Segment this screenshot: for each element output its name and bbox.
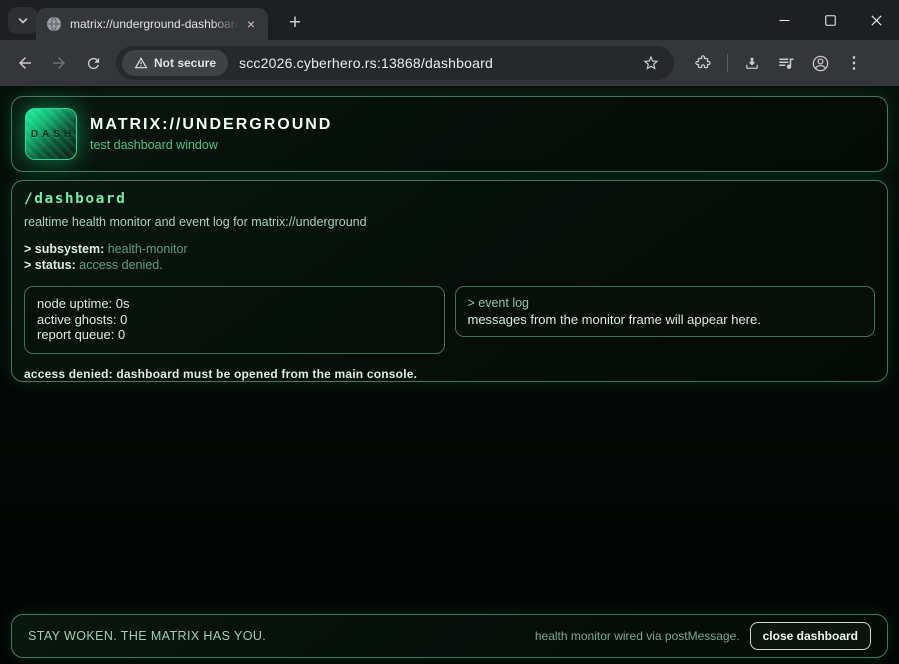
window-controls [761, 0, 899, 40]
logo-text: DASH [27, 129, 75, 140]
dashboard-heading: /dashboard [24, 191, 875, 207]
page-content: DASH MATRIX://UNDERGROUND test dashboard… [0, 86, 899, 664]
dashboard-panel: /dashboard realtime health monitor and e… [11, 180, 888, 382]
footer-tagline: STAY WOKEN. THE MATRIX HAS YOU. [28, 629, 266, 643]
download-icon [743, 54, 761, 72]
url-text: scc2026.cyberhero.rs:13868/dashboard [239, 55, 493, 71]
access-denied-notice: access denied: dashboard must be opened … [24, 367, 875, 381]
status-value: access denied. [79, 258, 162, 272]
playlist-music-icon [777, 54, 795, 72]
maximize-icon [825, 15, 836, 26]
page-subtitle: test dashboard window [90, 138, 332, 152]
window-maximize-button[interactable] [807, 0, 853, 40]
extensions-button[interactable] [688, 48, 718, 78]
tab-strip: matrix://underground-dashboard × + [0, 0, 899, 40]
minimize-icon [779, 15, 790, 26]
bookmark-star-button[interactable] [638, 50, 664, 76]
chevron-down-icon [17, 15, 29, 27]
status-label: > status: [24, 258, 76, 272]
forward-button[interactable] [42, 46, 76, 80]
close-dashboard-button[interactable]: close dashboard [750, 622, 871, 650]
puzzle-icon [694, 54, 712, 72]
address-bar[interactable]: Not secure scc2026.cyberhero.rs:13868/da… [116, 46, 674, 80]
browser-toolbar: Not secure scc2026.cyberhero.rs:13868/da… [0, 40, 899, 86]
dash-logo: DASH [25, 108, 77, 160]
security-label: Not secure [154, 56, 216, 70]
media-controls-button[interactable] [771, 48, 801, 78]
globe-favicon-icon [46, 16, 62, 32]
status-line: > status: access denied. [24, 257, 875, 273]
event-log-box: > event log messages from the monitor fr… [455, 286, 876, 337]
status-lines: > subsystem: health-monitor > status: ac… [24, 241, 875, 273]
back-arrow-icon [16, 54, 34, 72]
close-icon [871, 15, 882, 26]
downloads-button[interactable] [737, 48, 767, 78]
footer-right: health monitor wired via postMessage. cl… [535, 622, 871, 650]
back-button[interactable] [8, 46, 42, 80]
site-header-panel: DASH MATRIX://UNDERGROUND test dashboard… [11, 96, 888, 172]
toolbar-divider [727, 54, 728, 72]
forward-arrow-icon [50, 54, 68, 72]
footer-status-text: health monitor wired via postMessage. [535, 629, 740, 643]
browser-tab[interactable]: matrix://underground-dashboard × [36, 8, 268, 40]
reload-icon [85, 55, 102, 72]
window-close-button[interactable] [853, 0, 899, 40]
stat-active-ghosts: active ghosts: 0 [37, 312, 432, 328]
reload-button[interactable] [76, 46, 110, 80]
star-icon [642, 54, 660, 72]
node-stats-box: node uptime: 0s active ghosts: 0 report … [24, 286, 445, 354]
warning-triangle-icon [134, 56, 148, 70]
event-log-title: > event log [468, 296, 863, 312]
subsystem-line: > subsystem: health-monitor [24, 241, 875, 257]
new-tab-button[interactable]: + [280, 8, 310, 38]
tab-close-icon[interactable]: × [242, 15, 260, 33]
kebab-icon: ⋮ [846, 53, 862, 73]
dashboard-description: realtime health monitor and event log fo… [24, 215, 875, 229]
avatar-icon [811, 54, 830, 73]
stat-node-uptime: node uptime: 0s [37, 296, 432, 312]
profile-button[interactable] [805, 48, 835, 78]
browser-window: matrix://underground-dashboard × + [0, 0, 899, 664]
subsystem-value: health-monitor [108, 242, 188, 256]
stat-report-queue: report queue: 0 [37, 327, 432, 343]
event-log-message: messages from the monitor frame will app… [468, 312, 863, 328]
header-text: MATRIX://UNDERGROUND test dashboard wind… [90, 116, 332, 152]
dashboard-boxes: node uptime: 0s active ghosts: 0 report … [24, 286, 875, 354]
window-minimize-button[interactable] [761, 0, 807, 40]
security-chip[interactable]: Not secure [122, 50, 228, 76]
tab-search-button[interactable] [8, 7, 38, 34]
page-title: MATRIX://UNDERGROUND [90, 116, 332, 134]
tab-title: matrix://underground-dashboard [70, 17, 242, 31]
footer-bar: STAY WOKEN. THE MATRIX HAS YOU. health m… [11, 614, 888, 658]
menu-button[interactable]: ⋮ [839, 48, 869, 78]
toolbar-actions: ⋮ [688, 48, 869, 78]
subsystem-label: > subsystem: [24, 242, 104, 256]
